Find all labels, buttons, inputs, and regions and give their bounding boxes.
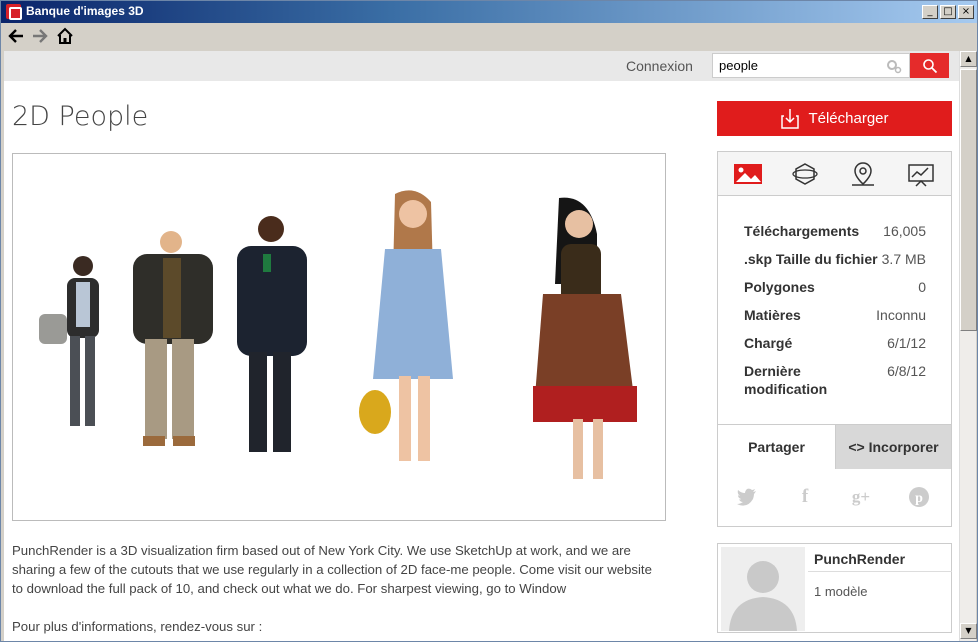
stat-value: 16,005	[883, 223, 926, 239]
stat-value: 3.7 MB	[881, 251, 926, 267]
model-details-panel: Téléchargements 16,005 .skp Taille du fi…	[717, 151, 952, 527]
share-tabs: Partager <> Incorporer	[718, 424, 951, 469]
login-link[interactable]: Connexion	[626, 58, 693, 74]
site-header: Connexion	[4, 51, 959, 81]
stat-label: Dernière modification	[744, 363, 828, 397]
tab-share[interactable]: Partager	[718, 425, 835, 469]
people-cutouts-image	[39, 190, 637, 479]
stat-value: 6/1/12	[887, 335, 926, 351]
back-arrow-icon	[8, 29, 23, 43]
stat-materials: Matières Inconnu	[744, 306, 926, 334]
model-stats: Téléchargements 16,005 .skp Taille du fi…	[744, 222, 926, 406]
maximize-button[interactable]: □	[940, 5, 956, 19]
download-button[interactable]: Télécharger	[717, 101, 952, 136]
scroll-thumb[interactable]	[960, 69, 977, 331]
stat-value: 6/8/12	[887, 363, 926, 379]
more-info-text: Pour plus d'informations, rendez-vous su…	[12, 619, 263, 634]
app-window: Banque d'images 3D _ □ × Connexion 2D Pe…	[0, 0, 978, 642]
avatar[interactable]	[721, 547, 805, 631]
close-button[interactable]: ×	[958, 5, 974, 19]
stat-label: Polygones	[744, 279, 815, 295]
gear-icon[interactable]	[885, 57, 903, 75]
stat-label: .skp Taille du fichier	[744, 251, 878, 267]
image-icon[interactable]	[733, 160, 763, 188]
search-input[interactable]	[713, 54, 873, 76]
search-button[interactable]	[910, 53, 949, 78]
view-tabs	[718, 152, 951, 196]
sketchup-app-icon	[6, 4, 22, 20]
stat-uploaded: Chargé 6/1/12	[744, 334, 926, 362]
stat-file-size: .skp Taille du fichier 3.7 MB	[744, 250, 926, 278]
title-bar: Banque d'images 3D _ □ ×	[1, 1, 977, 23]
tab-embed[interactable]: <> Incorporer	[835, 425, 951, 469]
navigation-toolbar	[1, 23, 977, 51]
stat-downloads: Téléchargements 16,005	[744, 222, 926, 250]
model-description: PunchRender is a 3D visualization firm b…	[12, 543, 652, 596]
google-plus-icon[interactable]: g+	[850, 486, 872, 508]
stat-label: Téléchargements	[744, 223, 860, 239]
forward-arrow-icon	[33, 29, 48, 43]
vertical-scrollbar[interactable]: ▲ ▼	[959, 51, 977, 641]
minimize-button[interactable]: _	[922, 5, 938, 19]
page-title: 2D People	[12, 101, 149, 132]
author-name[interactable]: PunchRender	[814, 551, 905, 567]
stat-polygons: Polygones 0	[744, 278, 926, 306]
person-3	[237, 216, 307, 452]
facebook-icon[interactable]: f	[794, 486, 816, 508]
scroll-down-arrow[interactable]: ▼	[960, 623, 977, 639]
presentation-icon[interactable]	[906, 160, 936, 188]
model-preview-image[interactable]	[12, 153, 666, 521]
author-model-count[interactable]: 1 modèle	[814, 584, 867, 599]
stat-label: Matières	[744, 307, 801, 323]
stat-label: Chargé	[744, 335, 793, 351]
search-icon	[922, 58, 937, 73]
location-pin-icon[interactable]	[848, 160, 878, 188]
window-title: Banque d'images 3D	[26, 4, 144, 18]
stat-value: Inconnu	[876, 307, 926, 323]
user-silhouette-icon	[729, 561, 797, 631]
stat-value: 0	[918, 279, 926, 295]
home-button[interactable]	[55, 26, 75, 46]
3d-view-icon[interactable]	[790, 160, 820, 188]
download-icon	[781, 108, 800, 129]
search-box	[712, 53, 910, 78]
divider	[808, 571, 952, 572]
back-button[interactable]	[6, 26, 26, 46]
person-4	[359, 190, 453, 461]
scroll-up-arrow[interactable]: ▲	[960, 51, 977, 67]
page-content: Connexion 2D People	[4, 51, 959, 641]
download-label: Télécharger	[808, 110, 889, 127]
person-1	[39, 256, 99, 426]
pinterest-icon[interactable]: p	[908, 486, 930, 508]
svg-text:p: p	[915, 491, 923, 506]
author-card[interactable]: PunchRender 1 modèle	[717, 543, 952, 633]
forward-button[interactable]	[30, 26, 50, 46]
stat-last-modified: Dernière modification 6/8/12	[744, 362, 926, 406]
twitter-icon[interactable]	[736, 486, 758, 508]
person-2	[133, 231, 213, 446]
person-5	[533, 197, 637, 479]
home-icon	[57, 27, 73, 44]
